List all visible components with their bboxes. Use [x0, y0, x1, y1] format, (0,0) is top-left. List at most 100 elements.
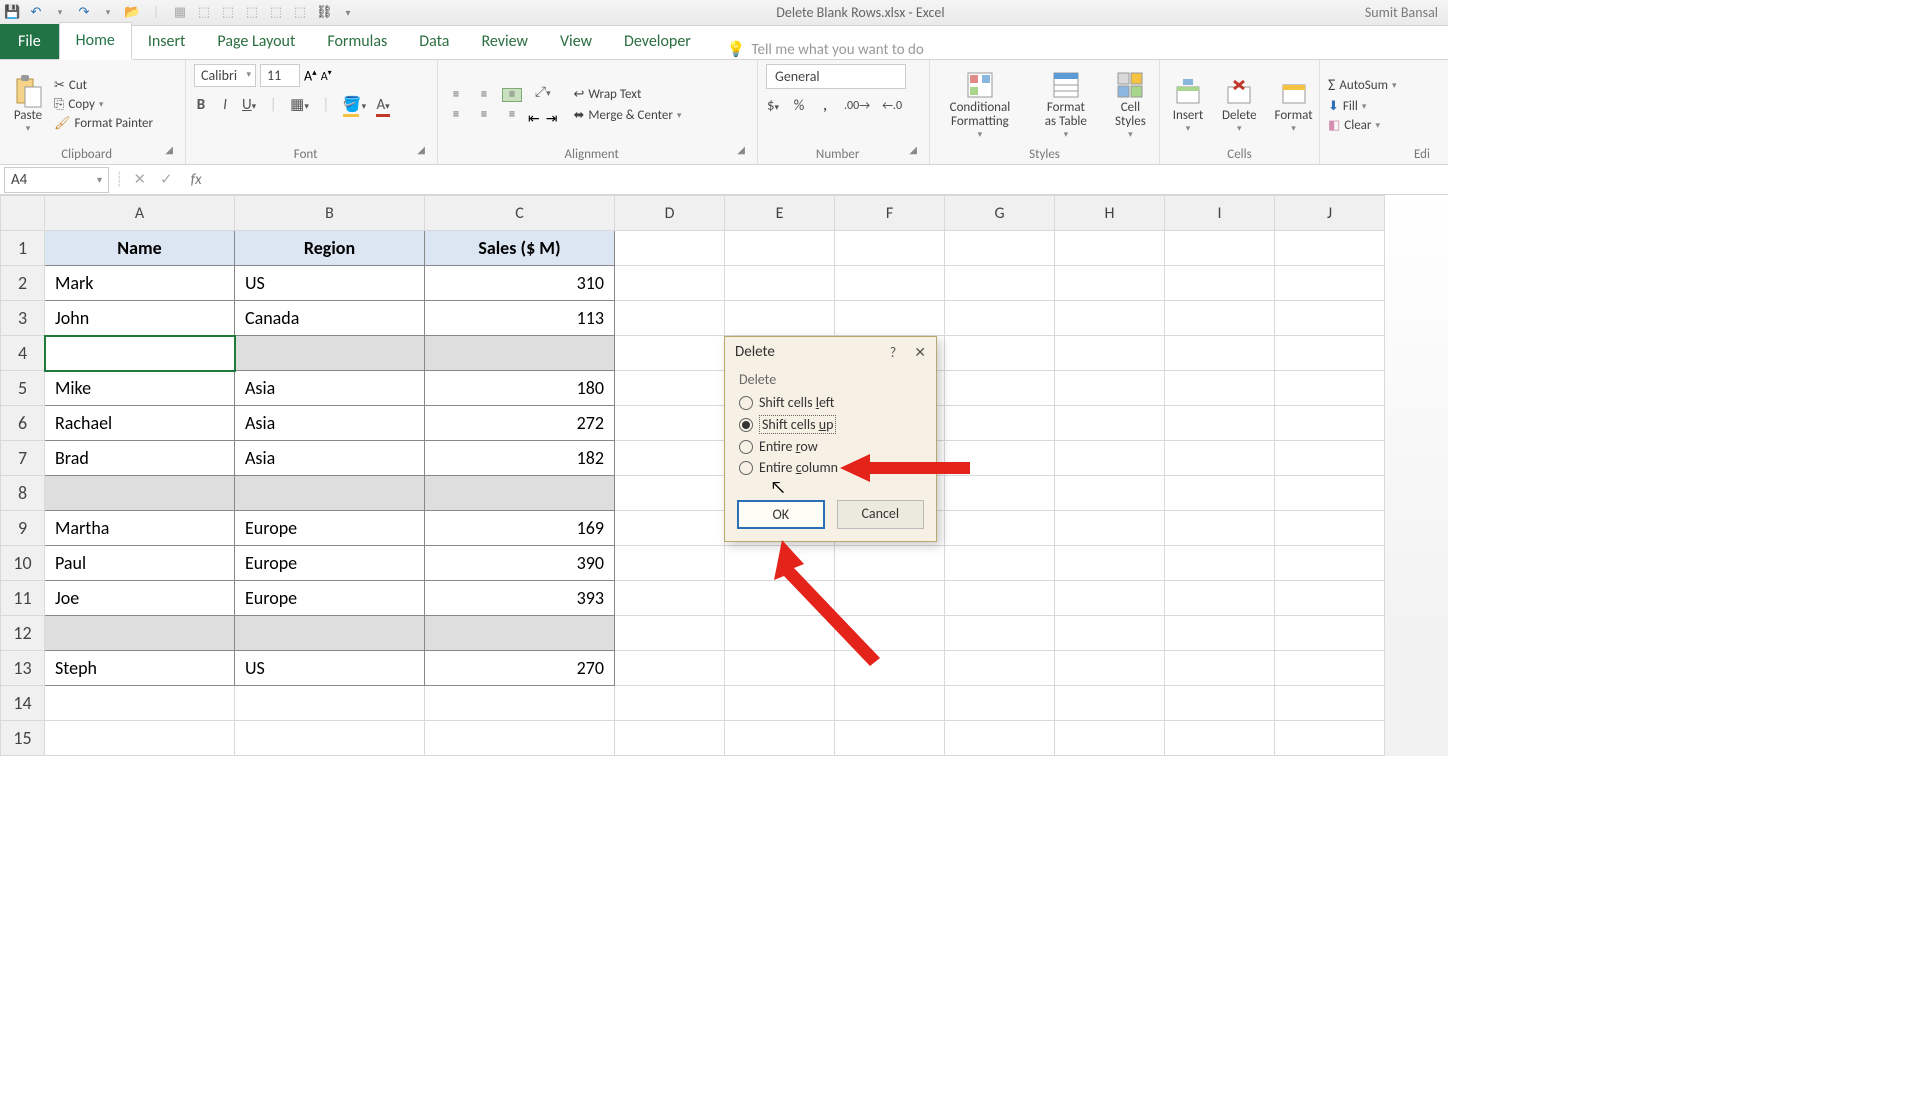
cell[interactable] — [725, 651, 835, 686]
cell[interactable] — [45, 476, 235, 511]
cell[interactable] — [835, 651, 945, 686]
cell[interactable] — [725, 301, 835, 336]
decrease-font-icon[interactable]: A▾ — [321, 68, 332, 84]
tab-view[interactable]: View — [544, 24, 608, 59]
align-center-icon[interactable]: ≡ — [474, 108, 494, 122]
wrap-text-button[interactable]: ↩Wrap Text — [573, 87, 681, 102]
cancel-formula-icon[interactable]: ✕ — [133, 170, 146, 189]
tab-formulas[interactable]: Formulas — [311, 24, 403, 59]
cell[interactable]: Brad — [45, 441, 235, 476]
col-header-J[interactable]: J — [1275, 196, 1385, 231]
cell[interactable] — [1275, 266, 1385, 301]
cell[interactable] — [1165, 476, 1275, 511]
cell[interactable] — [1165, 336, 1275, 371]
cell[interactable] — [45, 721, 235, 756]
cell[interactable] — [45, 686, 235, 721]
cell[interactable] — [1055, 476, 1165, 511]
font-launcher-icon[interactable]: ◢ — [417, 143, 429, 162]
percent-icon[interactable]: % — [792, 97, 806, 115]
col-header-D[interactable]: D — [615, 196, 725, 231]
cell[interactable] — [1165, 581, 1275, 616]
cell[interactable] — [1055, 301, 1165, 336]
redo-icon[interactable]: ↷ — [76, 5, 92, 20]
cell[interactable]: Canada — [235, 301, 425, 336]
decrease-decimal-icon[interactable]: ←.0 — [882, 99, 902, 113]
cell[interactable] — [235, 616, 425, 651]
cell[interactable] — [1275, 721, 1385, 756]
cell[interactable]: Paul — [45, 546, 235, 581]
row-header[interactable]: 3 — [1, 301, 45, 336]
tab-data[interactable]: Data — [403, 24, 465, 59]
row-header[interactable]: 9 — [1, 511, 45, 546]
cell[interactable] — [1165, 301, 1275, 336]
cell[interactable]: Europe — [235, 581, 425, 616]
cell[interactable] — [1275, 581, 1385, 616]
font-color-button[interactable]: A▾ — [376, 96, 390, 114]
cell[interactable] — [835, 616, 945, 651]
font-size-select[interactable]: 11 — [260, 64, 300, 87]
conditional-formatting-button[interactable]: Conditional Formatting▾ — [938, 67, 1022, 143]
radio-shift-left[interactable]: Shift cells left — [739, 394, 922, 411]
cell[interactable] — [1165, 231, 1275, 266]
cell[interactable] — [615, 266, 725, 301]
cell[interactable] — [945, 721, 1055, 756]
cell[interactable] — [615, 301, 725, 336]
format-as-table-button[interactable]: Format as Table▾ — [1036, 67, 1096, 143]
row-header[interactable]: 1 — [1, 231, 45, 266]
cell[interactable] — [945, 441, 1055, 476]
cell[interactable] — [235, 721, 425, 756]
cell[interactable] — [1055, 686, 1165, 721]
cell[interactable] — [945, 301, 1055, 336]
align-bottom-icon[interactable]: ≡ — [502, 88, 522, 102]
font-name-select[interactable]: Calibri▾ — [194, 64, 256, 87]
cell[interactable] — [945, 511, 1055, 546]
cell[interactable] — [1165, 616, 1275, 651]
cell[interactable] — [615, 441, 725, 476]
cell[interactable] — [945, 476, 1055, 511]
row-header[interactable]: 12 — [1, 616, 45, 651]
qat-customize-icon[interactable]: ▾ — [340, 6, 356, 19]
col-header-F[interactable]: F — [835, 196, 945, 231]
cell[interactable] — [835, 546, 945, 581]
row-header[interactable]: 4 — [1, 336, 45, 371]
cell[interactable] — [615, 406, 725, 441]
alignment-launcher-icon[interactable]: ◢ — [737, 143, 749, 162]
cell[interactable] — [725, 616, 835, 651]
qat-icon[interactable]: ⬚ — [220, 5, 236, 20]
cell[interactable] — [1165, 651, 1275, 686]
comma-icon[interactable]: , — [818, 97, 832, 115]
radio-entire-row[interactable]: Entire row — [739, 438, 922, 455]
cell[interactable]: 270 — [425, 651, 615, 686]
cell[interactable]: Asia — [235, 406, 425, 441]
cell[interactable] — [45, 616, 235, 651]
cell[interactable]: 169 — [425, 511, 615, 546]
qat-icon[interactable]: ⬚ — [268, 5, 284, 20]
row-header[interactable]: 8 — [1, 476, 45, 511]
accounting-icon[interactable]: $▾ — [766, 97, 780, 115]
open-icon[interactable]: 📂 — [124, 5, 140, 20]
cell[interactable] — [1165, 686, 1275, 721]
table-header-cell[interactable]: Name — [45, 231, 235, 266]
cell[interactable]: 310 — [425, 266, 615, 301]
bold-button[interactable]: B — [194, 96, 208, 114]
cell[interactable] — [1275, 336, 1385, 371]
cell[interactable]: Joe — [45, 581, 235, 616]
cell[interactable] — [945, 336, 1055, 371]
align-top-icon[interactable]: ≡ — [446, 88, 466, 102]
cell[interactable] — [615, 616, 725, 651]
undo-dd-icon[interactable]: ▾ — [52, 7, 68, 18]
select-all-corner[interactable] — [1, 196, 45, 231]
name-box[interactable]: A4 ▾ — [4, 167, 109, 193]
underline-button[interactable]: U▾ — [242, 96, 256, 114]
format-painter-button[interactable]: 🖌Format Painter — [54, 116, 153, 131]
cell[interactable] — [1055, 581, 1165, 616]
cell[interactable] — [425, 336, 615, 371]
fill-button[interactable]: ⬇Fill▾ — [1328, 99, 1397, 114]
cell[interactable] — [1275, 371, 1385, 406]
cell[interactable] — [615, 686, 725, 721]
qat-icon[interactable]: ▦ — [172, 5, 188, 20]
help-icon[interactable]: ? — [890, 344, 897, 361]
cell[interactable] — [1055, 336, 1165, 371]
col-header-G[interactable]: G — [945, 196, 1055, 231]
fill-color-button[interactable]: 🪣▾ — [343, 95, 366, 114]
